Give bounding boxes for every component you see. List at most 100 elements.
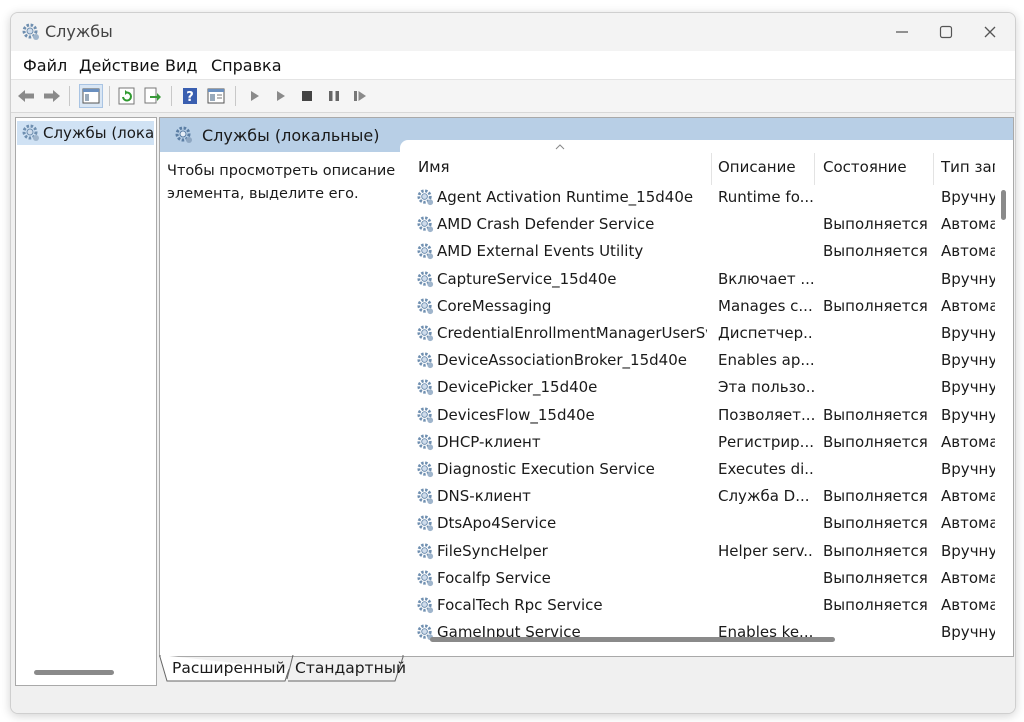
service-row[interactable]: GameInput ServiceEnables ke...Вручную (400, 619, 995, 646)
description-hint: Чтобы просмотреть описание элемента, выд… (167, 163, 396, 202)
service-row[interactable]: CredentialEnrollmentManagerUserSv... Дисп… (400, 320, 995, 347)
menu-action[interactable]: Действие (79, 56, 160, 75)
menu-help[interactable]: Справка (211, 56, 282, 75)
service-gear-icon (416, 487, 435, 506)
maximize-button[interactable] (923, 13, 969, 51)
service-row[interactable]: Diagnostic Execution Service Executes di.… (400, 456, 995, 483)
restart-service-icon[interactable] (349, 85, 371, 107)
service-status: Выполняется (823, 541, 928, 560)
service-description: Executes di... (718, 460, 814, 478)
minimize-button[interactable] (879, 13, 925, 51)
close-button[interactable] (967, 13, 1013, 51)
service-name: DHCP-клиент (437, 432, 541, 451)
service-row[interactable]: FocalTech Rpc Service Выполняется Автомати… (400, 592, 995, 619)
vertical-scrollbar[interactable] (1001, 190, 1006, 220)
service-startup-type: Вручную (941, 460, 995, 478)
back-arrow-icon[interactable] (15, 85, 37, 107)
service-status: Выполняется (823, 596, 928, 614)
services-pane: Службы (локальные) Чтобы просмотреть опи… (159, 117, 1014, 657)
service-row[interactable]: FileSyncHelper Helper serv... Выполняется В… (400, 538, 995, 565)
pane-title: Службы (локальные) (202, 126, 380, 145)
tree-horizontal-scrollbar[interactable] (34, 670, 114, 675)
service-description: Регистрир... (718, 432, 814, 451)
service-startup-type: Автоматически (941, 568, 995, 587)
forward-arrow-icon[interactable] (41, 85, 63, 107)
tab-standard[interactable]: Стандартный (289, 655, 406, 683)
menu-view[interactable]: Вид (165, 56, 197, 75)
service-row[interactable]: DtsApo4Service Выполняется Автоматически (400, 510, 995, 537)
service-name: CredentialEnrollmentManagerUserSv... (437, 324, 707, 342)
tab-standard-label: Стандартный (295, 659, 407, 677)
services-gear-icon (174, 125, 194, 145)
service-name: FileSyncHelper (437, 541, 548, 560)
tab-extended[interactable]: Расширенный (159, 655, 289, 683)
column-divider[interactable] (933, 153, 934, 185)
service-startup-type: Вручную (941, 351, 995, 370)
service-gear-icon (416, 542, 435, 561)
column-divider[interactable] (711, 153, 712, 185)
service-row[interactable]: AMD Crash Defender Service Выполняется Авт… (400, 211, 995, 238)
service-description: Диспетчер... (718, 324, 814, 342)
service-name: CoreMessaging (437, 296, 552, 315)
tab-extended-label: Расширенный (172, 659, 286, 677)
service-row[interactable]: Agent Activation Runtime_15d40e Runtime f… (400, 184, 995, 211)
title-bar: Службы (11, 13, 1015, 51)
service-gear-icon (416, 406, 435, 425)
services-gear-icon (21, 123, 41, 143)
stop-service-icon[interactable] (296, 85, 318, 107)
service-gear-icon (416, 297, 435, 316)
service-gear-icon (416, 215, 435, 234)
properties-icon[interactable] (205, 85, 227, 107)
menu-file[interactable]: Файл (23, 56, 67, 75)
services-gear-icon (21, 22, 41, 42)
column-header-description[interactable]: Описание (718, 158, 796, 176)
horizontal-scrollbar[interactable] (430, 637, 835, 642)
column-header-startup-type[interactable]: Тип запуска (941, 158, 995, 176)
toolbar-divider (235, 86, 236, 106)
column-divider[interactable] (814, 153, 815, 185)
service-startup-type: Автоматически (941, 514, 995, 533)
start-service-icon[interactable] (243, 85, 265, 107)
start-service-alt-icon[interactable] (269, 85, 291, 107)
service-startup-type: Вручную (941, 188, 995, 206)
export-list-icon[interactable] (142, 85, 164, 107)
service-row[interactable]: CoreMessaging Manages c... Выполняется Авто… (400, 293, 995, 320)
refresh-icon[interactable] (116, 85, 138, 107)
toolbar: ? (11, 80, 1015, 113)
service-status: Выполняется (823, 432, 928, 451)
help-icon[interactable]: ? (179, 85, 201, 107)
service-gear-icon (416, 378, 435, 397)
toolbar-divider (69, 86, 70, 106)
service-row[interactable]: DeviceAssociationBroker_15d40e Enables ap… (400, 347, 995, 374)
service-row[interactable]: DNS-клиент Служба D... Выполняется Автомати… (400, 483, 995, 510)
service-name: Agent Activation Runtime_15d40e (437, 188, 694, 206)
service-name: DeviceAssociationBroker_15d40e (437, 351, 687, 370)
service-name: FocalTech Rpc Service (437, 596, 603, 614)
service-status: Выполняется (823, 296, 928, 315)
toolbar-divider (109, 86, 110, 106)
toolbar-divider (171, 86, 172, 106)
service-startup-type: Вручную (941, 541, 995, 560)
view-tabs: Расширенный Стандартный (159, 655, 1012, 685)
pause-service-icon[interactable] (323, 85, 345, 107)
service-row[interactable]: DHCP-клиент Регистрир... Выполняется Автома… (400, 429, 995, 456)
show-hide-console-tree-icon[interactable] (79, 84, 103, 108)
tree-item-services-local[interactable]: Службы (локальные) (17, 121, 154, 145)
service-description: Helper serv... (718, 541, 814, 560)
service-name: Diagnostic Execution Service (437, 460, 655, 478)
service-name: CaptureService_15d40e (437, 269, 617, 288)
status-bar (11, 689, 1015, 713)
service-row[interactable]: DevicesFlow_15d40e Позволяет... Выполняетс… (400, 402, 995, 429)
column-header-name[interactable]: Имя (418, 158, 450, 176)
service-row[interactable]: AMD External Events Utility Выполняется Ав… (400, 238, 995, 265)
service-description: Позволяет... (718, 405, 814, 424)
service-description: Manages c... (718, 296, 813, 315)
service-row[interactable]: DevicePicker_15d40e Эта пользо... Вручную (400, 374, 995, 401)
service-row[interactable]: CaptureService_15d40e Включает ... Вручную (400, 266, 995, 293)
column-header-status[interactable]: Состояние (823, 158, 907, 176)
service-description: Runtime fo... (718, 188, 814, 206)
service-name: DtsApo4Service (437, 514, 557, 533)
service-row[interactable]: Focalfp Service Выполняется Автоматически (400, 565, 995, 592)
service-gear-icon (416, 514, 435, 533)
service-description: Enables ap... (718, 351, 814, 370)
